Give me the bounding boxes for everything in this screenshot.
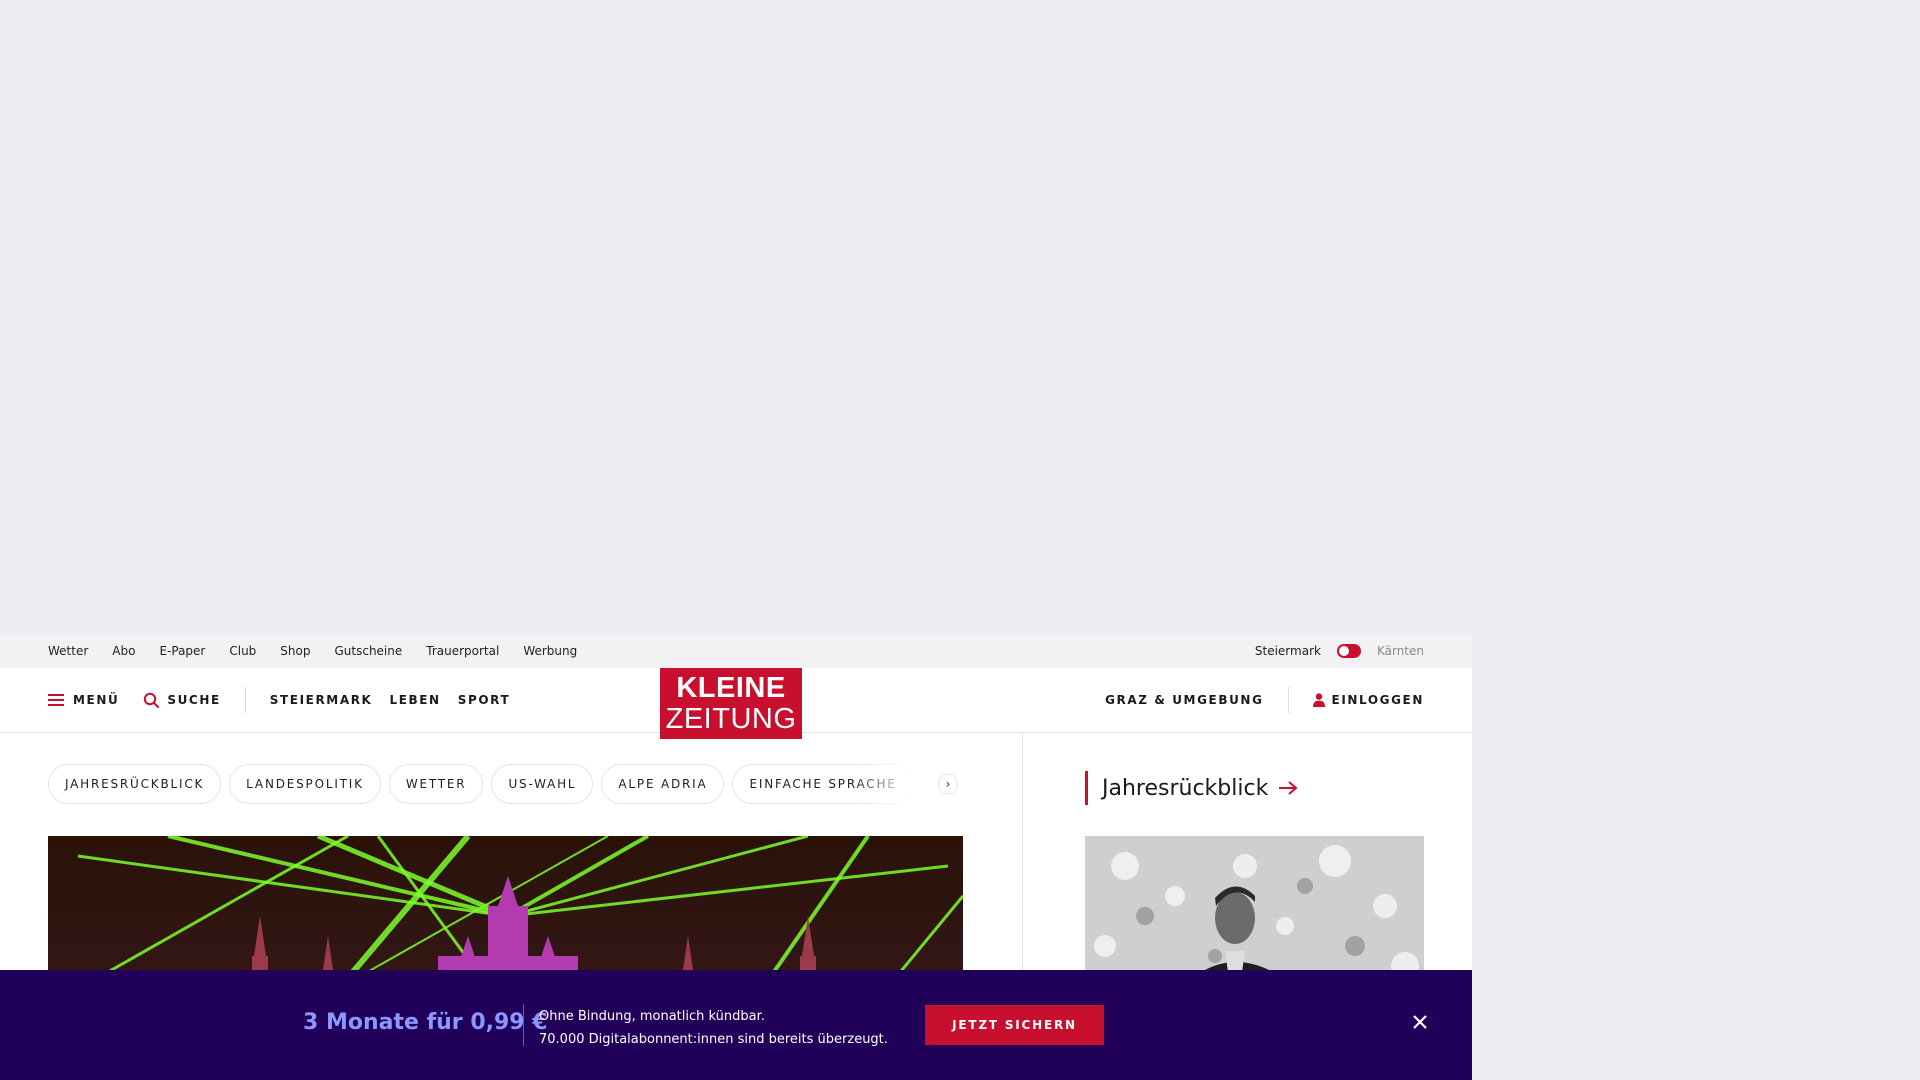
- sidebar-title: Jahresrückblick: [1102, 775, 1269, 801]
- ad-placeholder: [0, 0, 1920, 633]
- menu-label: MENÜ: [73, 693, 120, 707]
- close-icon[interactable]: [1410, 1012, 1430, 1032]
- nav-steiermark[interactable]: STEIERMARK: [270, 693, 373, 707]
- header-right: GRAZ & UMGEBUNG EINLOGGEN: [1105, 687, 1424, 713]
- region-toggle[interactable]: [1336, 643, 1361, 658]
- login-label: EINLOGGEN: [1331, 693, 1424, 707]
- chevron-right-icon: ›: [945, 777, 951, 791]
- topic-chip-einfache-sprache[interactable]: EINFACHE SPRACHE: [732, 764, 914, 804]
- header-divider-right: [1287, 687, 1289, 713]
- topic-chip-landespolitik[interactable]: LANDESPOLITIK: [229, 764, 381, 804]
- arrow-right-icon: [1279, 781, 1298, 795]
- hamburger-icon: [48, 694, 64, 706]
- search-label: SUCHE: [167, 693, 221, 707]
- banner-description: Ohne Bindung, monatlich kündbar. 70.000 …: [539, 1005, 888, 1051]
- topic-chip-alpe-adria[interactable]: ALPE ADRIA: [601, 764, 725, 804]
- utility-link-epaper[interactable]: E-Paper: [159, 644, 205, 658]
- utility-link-club[interactable]: Club: [229, 644, 256, 658]
- utility-links: Wetter Abo E-Paper Club Shop Gutscheine …: [48, 644, 601, 658]
- utility-bar: Wetter Abo E-Paper Club Shop Gutscheine …: [0, 633, 1472, 668]
- nav-leben[interactable]: LEBEN: [389, 693, 440, 707]
- menu-button[interactable]: MENÜ: [48, 693, 119, 707]
- topic-chip-wetter[interactable]: WETTER: [388, 764, 484, 804]
- utility-link-werbung[interactable]: Werbung: [523, 644, 577, 658]
- user-icon: [1312, 693, 1325, 707]
- subscribe-button[interactable]: JETZT SICHERN: [925, 1005, 1104, 1045]
- banner-line-1: Ohne Bindung, monatlich kündbar.: [539, 1009, 765, 1024]
- utility-link-abo[interactable]: Abo: [112, 644, 135, 658]
- region-kaernten[interactable]: Kärnten: [1377, 644, 1424, 658]
- chip-scroll-right-button[interactable]: ›: [938, 774, 958, 794]
- header-divider: [244, 687, 246, 713]
- main-header: MENÜ SUCHE STEIERMARK LEBEN SPORT KLEINE…: [0, 668, 1472, 739]
- sidebar-section-link[interactable]: Jahresrückblick: [1085, 771, 1298, 805]
- subscription-banner: 3 Monate für 0,99 € Ohne Bindung, monatl…: [0, 970, 1472, 1080]
- login-button[interactable]: EINLOGGEN: [1312, 693, 1424, 707]
- regional-link[interactable]: GRAZ & UMGEBUNG: [1105, 693, 1263, 707]
- search-icon: [144, 692, 160, 708]
- region-steiermark[interactable]: Steiermark: [1255, 644, 1321, 658]
- topic-chip-us-wahl[interactable]: US-WAHL: [491, 764, 594, 804]
- utility-link-trauerportal[interactable]: Trauerportal: [426, 644, 499, 658]
- site-logo[interactable]: KLEINE ZEITUNG: [660, 668, 802, 739]
- utility-link-shop[interactable]: Shop: [280, 644, 310, 658]
- search-button[interactable]: SUCHE: [143, 692, 220, 708]
- promo-headline: 3 Monate für 0,99 €: [303, 1010, 548, 1035]
- utility-link-gutscheine[interactable]: Gutscheine: [334, 644, 402, 658]
- section-nav: STEIERMARK LEBEN SPORT: [270, 693, 510, 707]
- topic-chips: JAHRESRÜCKBLICK LANDESPOLITIK WETTER US-…: [48, 764, 963, 804]
- region-switch: Steiermark Kärnten: [1255, 643, 1424, 658]
- banner-divider: [523, 1004, 524, 1046]
- topic-chip-jahresrueckblick[interactable]: JAHRESRÜCKBLICK: [48, 764, 222, 804]
- utility-link-wetter[interactable]: Wetter: [48, 644, 88, 658]
- banner-line-2: 70.000 Digitalabonnent:innen sind bereit…: [539, 1032, 888, 1047]
- nav-sport[interactable]: SPORT: [458, 693, 511, 707]
